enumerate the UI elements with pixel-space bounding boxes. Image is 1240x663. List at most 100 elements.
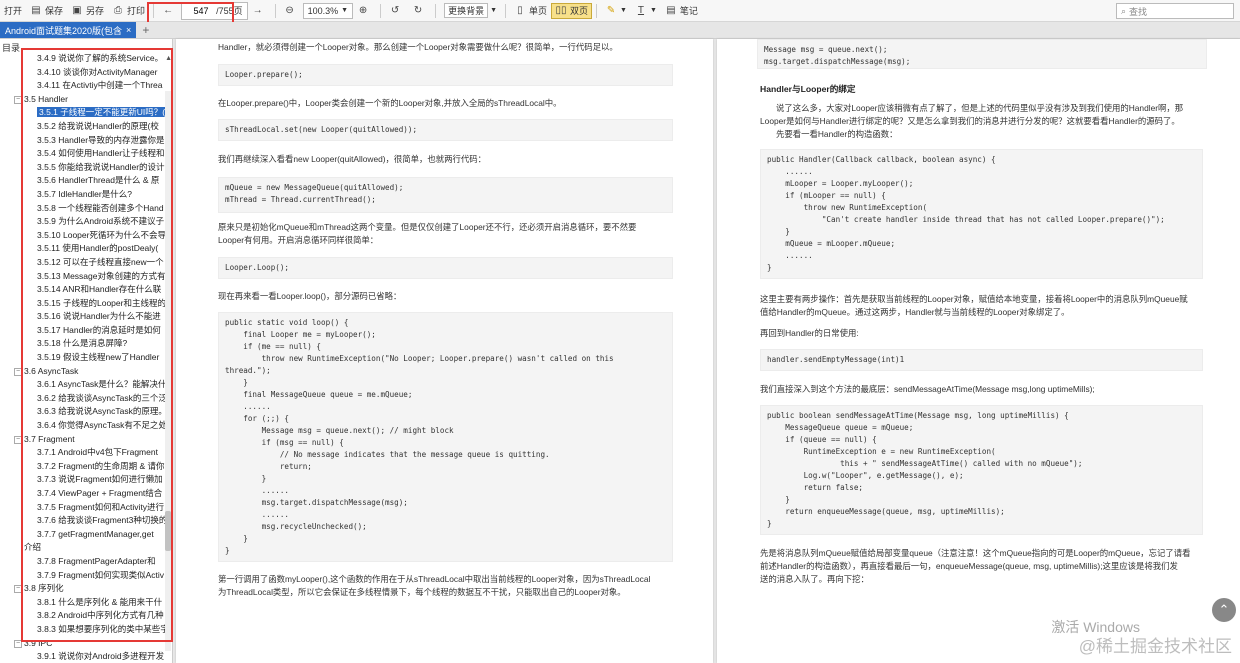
printer-icon: ⎙: [114, 4, 123, 16]
toc-item[interactable]: 3.7.6 给我谈谈Fragment3种切换的: [0, 514, 172, 528]
toc-item[interactable]: 3.5.13 Message对象创建的方式有: [0, 270, 172, 284]
toc-item[interactable]: 3.5.12 可以在子线程直接new一个: [0, 256, 172, 270]
collapse-icon[interactable]: −: [14, 435, 22, 444]
open-button[interactable]: 打开: [0, 0, 26, 22]
change-background-button[interactable]: 更换背景 ▼: [440, 0, 501, 22]
single-page-button[interactable]: ▯ 单页: [510, 3, 551, 19]
toc-item[interactable]: 3.5.10 Looper死循环为什么不会导: [0, 229, 172, 243]
toc-item-label: 3.5.19 假设主线程new了Handler: [37, 352, 160, 363]
toc-item[interactable]: 3.5.7 IdleHandler是什么?: [0, 188, 172, 202]
zoom-out-button[interactable]: ⊖: [280, 0, 303, 22]
scroll-top-button[interactable]: ⌃: [1212, 598, 1236, 622]
notes-button[interactable]: ▤ 笔记: [661, 0, 702, 22]
toc-item[interactable]: 3.6.2 给我谈谈AsyncTask的三个泛: [0, 392, 172, 406]
code-line: return;: [225, 462, 312, 471]
paragraph: 值给Handler的mQueue。通过这两步，Handler就与当前线程的Loo…: [760, 307, 1070, 317]
text-tool-button[interactable]: T ▼: [631, 0, 661, 22]
document-tab[interactable]: Android面试题集2020版(包含 ×: [0, 22, 137, 38]
code-line: ......: [225, 402, 271, 411]
toc-item[interactable]: 3.5.11 使用Handler的postDealy(: [0, 242, 172, 256]
toc-item[interactable]: 3.5.19 假设主线程new了Handler: [0, 351, 172, 365]
search-box[interactable]: ⌕ 查找: [1116, 3, 1234, 19]
code-line: }: [225, 546, 230, 555]
toc-item-label: 3.5.14 ANR和Handler存在什么联: [37, 284, 162, 295]
toc-item[interactable]: −3.7 Fragment: [0, 433, 172, 447]
toc-item[interactable]: 3.5.14 ANR和Handler存在什么联: [0, 283, 172, 297]
toc-item[interactable]: −3.9 IPC: [0, 637, 172, 651]
print-button[interactable]: ⎙ 打印: [108, 0, 149, 22]
add-tab-icon[interactable]: +: [142, 22, 149, 38]
toc-item[interactable]: 3.5.8 一个线程能否创建多个Hand: [0, 202, 172, 216]
rotate-left-button[interactable]: ↺: [385, 0, 408, 22]
toc-item-label: 3.7.8 FragmentPagerAdapter和: [37, 555, 156, 566]
collapse-icon[interactable]: −: [14, 639, 22, 648]
rotate-right-button[interactable]: ↻: [408, 0, 431, 22]
toc-item[interactable]: 3.4.9 说说你了解的系统Service。: [0, 52, 172, 66]
toc-scrollbar[interactable]: [165, 91, 171, 651]
toc-item[interactable]: 3.6.1 AsyncTask是什么？能解决什: [0, 378, 172, 392]
toc-item[interactable]: 3.7.4 ViewPager + Fragment结合: [0, 487, 172, 501]
toc-item[interactable]: −3.8 序列化: [0, 582, 172, 596]
toc-item[interactable]: 3.5.2 给我说说Handler的原理(校: [0, 120, 172, 134]
toc-title: 目录: [2, 43, 21, 53]
toc-item[interactable]: 3.6.4 你觉得AsyncTask有不足之处: [0, 419, 172, 433]
toc-item[interactable]: −3.5 Handler: [0, 93, 172, 107]
code-block: public static void loop() { final Looper…: [218, 312, 673, 562]
toc-item[interactable]: 3.7.8 FragmentPagerAdapter和: [0, 555, 172, 569]
toc-item[interactable]: 3.5.4 如何使用Handler让子线程和: [0, 147, 172, 161]
single-page-icon: ▯: [517, 4, 523, 16]
page-number-input[interactable]: [186, 5, 217, 16]
toc-item[interactable]: 3.8.2 Android中序列化方式有几种: [0, 609, 172, 623]
toc-item[interactable]: 3.7.7 getFragmentManager,get: [0, 528, 172, 542]
toc-item-label: 3.6.4 你觉得AsyncTask有不足之处: [37, 420, 167, 431]
toc-item[interactable]: 3.5.15 子线程的Looper和主线程的: [0, 297, 172, 311]
collapse-icon[interactable]: −: [14, 585, 22, 594]
prev-page-button[interactable]: ←: [158, 0, 181, 22]
toc-item-label: 3.5 Handler: [24, 93, 68, 104]
highlight-button[interactable]: ✎ ▼: [601, 0, 631, 22]
double-page-button[interactable]: ▯▯ 双页: [551, 2, 593, 19]
toc-item[interactable]: 3.7.9 Fragment如何实现类似Activ: [0, 569, 172, 583]
toc-item[interactable]: 介绍: [0, 541, 172, 555]
toc-item[interactable]: 3.5.6 HandlerThread是什么 & 原: [0, 174, 172, 188]
toc-item-label: 3.7.4 ViewPager + Fragment结合: [37, 488, 163, 498]
save-button[interactable]: ▤ 保存: [26, 0, 67, 22]
toc-item[interactable]: 3.5.17 Handler的消息延时是如何: [0, 324, 172, 338]
toc-item[interactable]: 3.7.1 Android中v4包下Fragment: [0, 446, 172, 460]
chevron-down-icon: ▼: [490, 7, 498, 14]
zoom-value: 100.3%: [307, 5, 339, 16]
change-background-label: 更换背景: [444, 3, 489, 18]
next-page-button[interactable]: →: [248, 0, 271, 22]
code-line: mLooper = Looper.myLooper();: [767, 179, 914, 188]
toc-item[interactable]: 3.7.5 Fragment如何和Activity进行: [0, 501, 172, 515]
toc-list: 3.4.9 说说你了解的系统Service。 3.4.10 谈谈你对Activit…: [0, 52, 172, 663]
toc-item[interactable]: 3.8.3 如果想要序列化的类中某些字: [0, 623, 172, 637]
toc-item[interactable]: 3.8.1 什么是序列化 & 能用来干什: [0, 596, 172, 610]
toc-item[interactable]: −3.6 AsyncTask: [0, 365, 172, 379]
toc-item[interactable]: 3.5.18 什么是消息屏障?: [0, 337, 172, 351]
toc-item[interactable]: 3.5.9 为什么Android系统不建议子: [0, 215, 172, 229]
toc-scrollbar-thumb[interactable]: [165, 511, 171, 551]
close-icon[interactable]: ×: [126, 25, 131, 35]
toc-item[interactable]: 3.5.3 Handler导致的内存泄露你是: [0, 134, 172, 148]
collapse-icon[interactable]: −: [14, 95, 22, 104]
toc-item-label: 3.7.1 Android中v4包下Fragment: [37, 447, 158, 458]
toc-item[interactable]: 3.7.2 Fragment的生命周期 & 请你: [0, 460, 172, 474]
search-placeholder: 查找: [1129, 6, 1148, 17]
toc-item[interactable]: 3.6.3 给我说说AsyncTask的原理。: [0, 405, 172, 419]
zoom-in-button[interactable]: ⊕: [353, 0, 376, 22]
toc-item[interactable]: 3.5.16 说说Handler为什么不能进: [0, 310, 172, 324]
toc-item[interactable]: 3.5.5 你能给我说说Handler的设计: [0, 161, 172, 175]
notes-label: 笔记: [679, 6, 698, 16]
scroll-up-icon[interactable]: ▲: [165, 55, 172, 62]
toc-item[interactable]: 3.7.3 说说Fragment如何进行懒加: [0, 473, 172, 487]
collapse-icon[interactable]: −: [14, 367, 22, 376]
save-as-button[interactable]: ▣ 另存: [67, 0, 108, 22]
highlighter-icon: ✎: [606, 4, 616, 16]
toc-item[interactable]: 3.4.11 在Activtiy中创建一个Threa: [0, 79, 172, 93]
toc-item[interactable]: 3.5.1 子线程一定不能更新UI吗？(: [0, 106, 172, 120]
zoom-select[interactable]: 100.3% ▼: [302, 2, 354, 19]
toc-item[interactable]: 3.4.10 谈谈你对ActivityManager: [0, 66, 172, 80]
toc-item-label: 3.8.1 什么是序列化 & 能用来干什: [37, 596, 163, 607]
toc-item[interactable]: 3.9.1 说说你对Android多进程开发: [0, 650, 172, 663]
